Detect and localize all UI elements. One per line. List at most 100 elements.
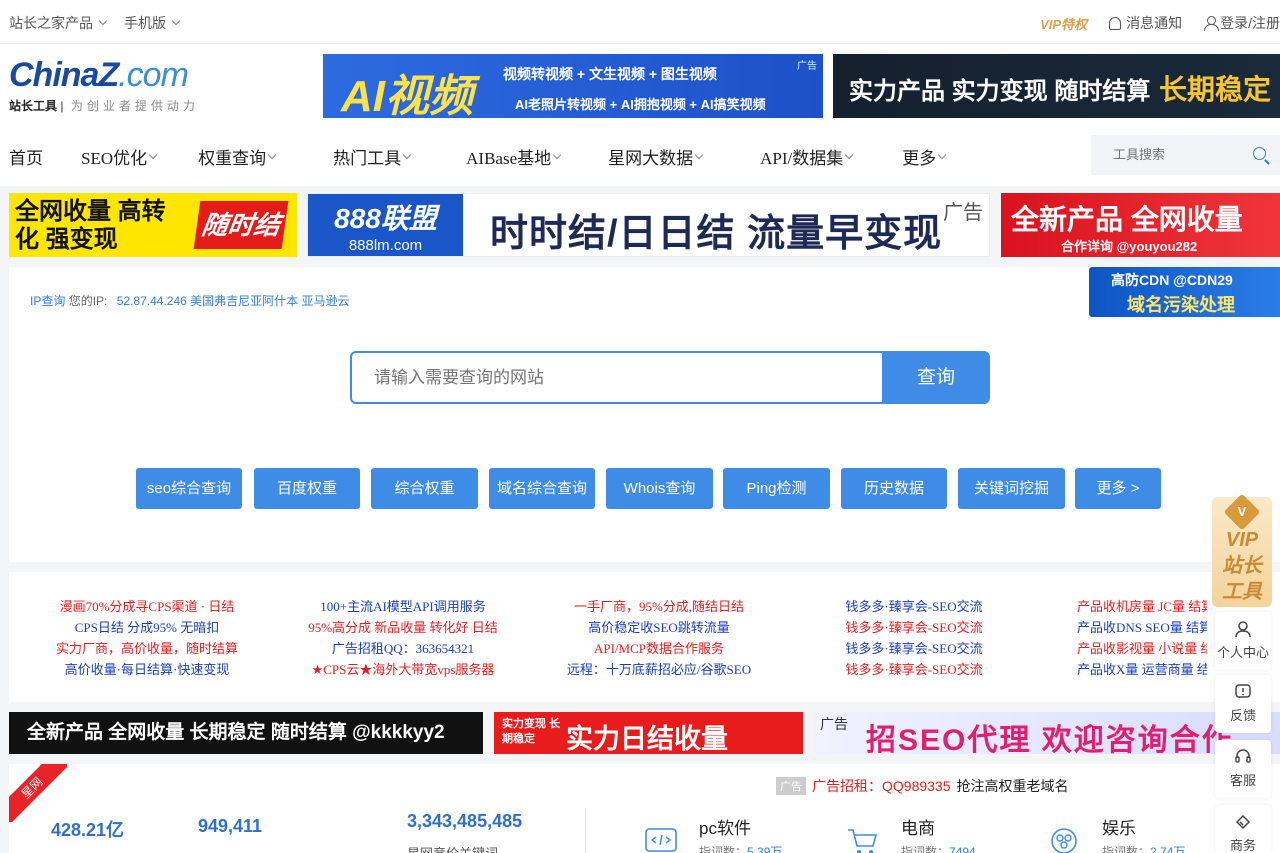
ad-link[interactable]: 一手厂商，95%分成,随结日结	[559, 596, 759, 617]
user-icon	[1204, 16, 1220, 31]
ad-link[interactable]: API/MCP数据合作服务	[559, 638, 759, 659]
site-search-box[interactable]	[350, 351, 882, 404]
ad-link[interactable]: 钱多多·臻享会-SEO交流	[814, 659, 1014, 680]
main-nav: 首页 SEO优化 权重查询 热门工具 AIBase基地 星网大数据 API/数据集 更多	[9, 144, 947, 169]
quick-query-button[interactable]: 关键词挖掘	[958, 468, 1065, 509]
ad-note[interactable]: 广告 广告招租：QQ989335 抢注高权重老域名	[776, 776, 1069, 796]
quick-query-button[interactable]: 百度权重	[254, 468, 360, 509]
nav-item-3[interactable]: 热门工具	[333, 144, 412, 169]
ad-link[interactable]: 漫画70%分成寻CPS渠道 · 日结	[47, 596, 247, 617]
personal-center-button[interactable]: 个人中心	[1215, 612, 1271, 670]
chevron-down-icon	[552, 150, 562, 159]
ip-info: IP查询 您的IP: 52.87.44.246 美国弗吉尼亚阿什本 亚马逊云	[30, 294, 350, 308]
diamond-icon: V	[1223, 493, 1261, 531]
ad-link[interactable]: 产品收机房量 JC量 结算稳定	[1077, 596, 1207, 617]
search-icon[interactable]	[1253, 147, 1266, 160]
feedback-button[interactable]: 反馈	[1215, 675, 1271, 733]
shopping-cart-icon	[845, 826, 881, 853]
nav-item-7[interactable]: 更多	[902, 144, 947, 169]
logo[interactable]: ChinaZ.com	[9, 56, 189, 95]
top-bar: 站长之家产品 手机版 VIP特权 消息通知 登录/注册	[0, 0, 1280, 44]
nav-item-1[interactable]: SEO优化	[81, 144, 158, 169]
film-reel-icon	[1046, 826, 1082, 853]
settlement-banner[interactable]: 实力产品 实力变现 随时结算 长期稳定	[833, 54, 1280, 118]
stat-label: 星网竞价关键词	[407, 843, 498, 853]
ad-banner-black[interactable]: 全新产品 全网收量 长期稳定 随时结算 @kkkkyy2	[9, 712, 483, 754]
ad-banner-seo-agent[interactable]: 广告 招SEO代理 欢迎咨询合作	[814, 712, 1280, 757]
quick-query-button[interactable]: 综合权重	[371, 468, 478, 509]
code-window-icon	[643, 826, 679, 853]
quick-query-button[interactable]: 更多 >	[1075, 468, 1161, 509]
quick-query-button[interactable]: Ping检测	[723, 468, 830, 509]
tool-search[interactable]	[1091, 135, 1280, 175]
ai-video-banner[interactable]: AI视频 视频转视频 + 文生视频 + 图生视频 AI老照片转视频 + AI拥抱…	[323, 54, 823, 121]
nav-item-2[interactable]: 权重查询	[198, 144, 277, 169]
tool-search-input[interactable]	[1113, 147, 1243, 162]
quick-query-button[interactable]: Whois查询	[606, 468, 713, 509]
products-menu[interactable]: 站长之家产品	[9, 13, 108, 33]
user-icon	[1234, 620, 1252, 638]
login-link[interactable]: 登录/注册	[1204, 13, 1280, 33]
query-button[interactable]: 查询	[882, 351, 990, 404]
quick-query-button[interactable]: seo综合查询	[136, 468, 242, 509]
quick-query-button[interactable]: 域名综合查询	[489, 468, 595, 509]
chevron-down-icon	[694, 150, 704, 159]
handshake-icon	[1234, 813, 1252, 831]
nav-item-5[interactable]: 星网大数据	[608, 144, 704, 169]
stats-divider	[585, 808, 586, 853]
chevron-down-icon	[148, 150, 158, 159]
ip-query-link[interactable]: IP查询	[30, 294, 65, 308]
link-column: 钱多多·臻享会-SEO交流 钱多多·臻享会-SEO交流 钱多多·臻享会-SEO交流钱…	[814, 596, 1014, 680]
vip-privilege-link[interactable]: VIP特权	[1040, 14, 1087, 33]
ad-link[interactable]: 产品收影视量 小说量 结算稳定	[1077, 638, 1207, 659]
ad-link[interactable]: 高价收量·每日结算·快速变现	[47, 659, 247, 680]
ad-link[interactable]: 产品收X量 运营商量 结算稳定	[1077, 659, 1207, 680]
chevron-down-icon	[98, 16, 108, 26]
business-button[interactable]: 商务	[1215, 805, 1271, 853]
link-column: 产品收机房量 JC量 结算稳定产品收DNS SEO量 结算稳定产品收影视量 小说…	[1077, 596, 1207, 680]
ad-link[interactable]: ★CPS云★海外大带宽vps服务器	[303, 659, 503, 680]
ad-link[interactable]: 100+主流AI模型API调用服务	[303, 596, 503, 617]
link-column: 100+主流AI模型API调用服务 95%高分成 新品收量 转化好 日结 广告招租Q…	[303, 596, 503, 680]
ad-link[interactable]: 远程：十万底薪招必应/谷歌SEO	[559, 659, 759, 680]
stat-value: 428.21亿	[51, 820, 125, 840]
stat-value: 949,411	[198, 816, 263, 836]
site-search-input[interactable]	[374, 368, 854, 388]
ad-banner-daily[interactable]: 实力变现 长期稳定 实力日结收量	[494, 712, 803, 754]
ad-link[interactable]: CPS日结 分成95% 无暗扣	[47, 617, 247, 638]
chevron-down-icon	[402, 150, 412, 159]
ad-888-logo: 888联盟 888lm.com	[308, 194, 463, 256]
ad-banner-888[interactable]: 888联盟 888lm.com 时时结/日日结 流量早变现 广告	[307, 193, 990, 257]
chevron-down-icon	[267, 150, 277, 159]
feedback-icon	[1234, 683, 1252, 701]
category-name[interactable]: 娱乐	[1102, 814, 1136, 839]
cdn-ad[interactable]: 高防CDN @CDN29 域名污染处理	[1089, 267, 1280, 317]
ad-link[interactable]: 钱多多·臻享会-SEO交流	[814, 617, 1014, 638]
category-word-count: 指词数：5.39万	[699, 845, 783, 853]
ad-link[interactable]: 产品收DNS SEO量 结算稳定	[1077, 617, 1207, 638]
chevron-down-icon	[844, 150, 854, 159]
ad-link[interactable]: 钱多多·臻享会-SEO交流	[814, 638, 1014, 659]
mobile-menu[interactable]: 手机版	[124, 13, 181, 33]
quick-query-button[interactable]: 历史数据	[841, 468, 947, 509]
category-name[interactable]: pc软件	[699, 814, 751, 839]
vip-tools-badge[interactable]: V VIP 站长 工具	[1212, 493, 1272, 607]
nav-item-4[interactable]: AIBase基地	[466, 144, 562, 169]
ad-link[interactable]: 广告招租QQ：363654321	[303, 638, 503, 659]
ad-link[interactable]: 钱多多·臻享会-SEO交流	[814, 596, 1014, 617]
star-net-ribbon: 星网	[9, 764, 67, 822]
link-column: 一手厂商，95%分成,随结日结 高价稳定收SEO跳转流量 API/MCP数据合作服务…	[559, 596, 759, 680]
notification-link[interactable]: 消息通知	[1109, 13, 1182, 33]
ad-link[interactable]: 高价稳定收SEO跳转流量	[559, 617, 759, 638]
category-name[interactable]: 电商	[901, 814, 935, 839]
ad-banner-red[interactable]: 全新产品 全网收量 合作详询 @youyou282	[1001, 193, 1280, 257]
slogan: 站长工具 | 为创业者提供动力	[9, 99, 199, 113]
nav-item-0[interactable]: 首页	[9, 144, 43, 169]
ad-banner-yellow[interactable]: 全网收量 高转化 强变现 随时结	[9, 193, 297, 257]
nav-item-6[interactable]: API/数据集	[760, 144, 854, 169]
chevron-down-icon	[171, 16, 181, 26]
customer-service-button[interactable]: 客服	[1215, 740, 1271, 798]
chevron-down-icon	[937, 150, 947, 159]
ad-link[interactable]: 95%高分成 新品收量 转化好 日结	[303, 617, 503, 638]
ad-link[interactable]: 实力厂商，高价收量，随时结算	[47, 638, 247, 659]
